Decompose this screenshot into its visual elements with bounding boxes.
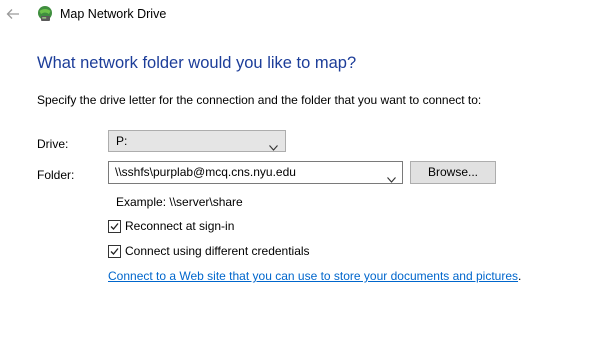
folder-label: Folder: [37, 168, 75, 182]
web-site-link[interactable]: Connect to a Web site that you can use t… [108, 269, 518, 283]
reconnect-checkbox[interactable] [108, 220, 121, 233]
page-heading: What network folder would you like to ma… [37, 54, 357, 72]
drive-label: Drive: [37, 137, 69, 151]
folder-path-value: \\sshfs\purplab@mcq.cns.nyu.edu [115, 165, 296, 179]
drive-letter-value: P: [116, 134, 128, 148]
web-site-link-row: Connect to a Web site that you can use t… [108, 269, 521, 283]
instructions-text: Specify the drive letter for the connect… [37, 93, 482, 107]
credentials-label[interactable]: Connect using different credentials [125, 244, 310, 258]
reconnect-label[interactable]: Reconnect at sign-in [125, 219, 234, 233]
folder-path-combobox[interactable]: \\sshfs\purplab@mcq.cns.nyu.edu [108, 161, 403, 184]
window-title: Map Network Drive [60, 7, 167, 21]
network-drive-icon [36, 5, 54, 23]
chevron-down-icon[interactable] [387, 170, 396, 183]
browse-button[interactable]: Browse... [410, 161, 496, 184]
credentials-checkbox[interactable] [108, 245, 121, 258]
chevron-down-icon [269, 138, 278, 151]
example-text: Example: \\server\share [116, 195, 243, 209]
link-period: . [518, 269, 522, 283]
back-arrow-icon[interactable] [6, 7, 20, 21]
drive-letter-select[interactable]: P: [108, 130, 286, 152]
